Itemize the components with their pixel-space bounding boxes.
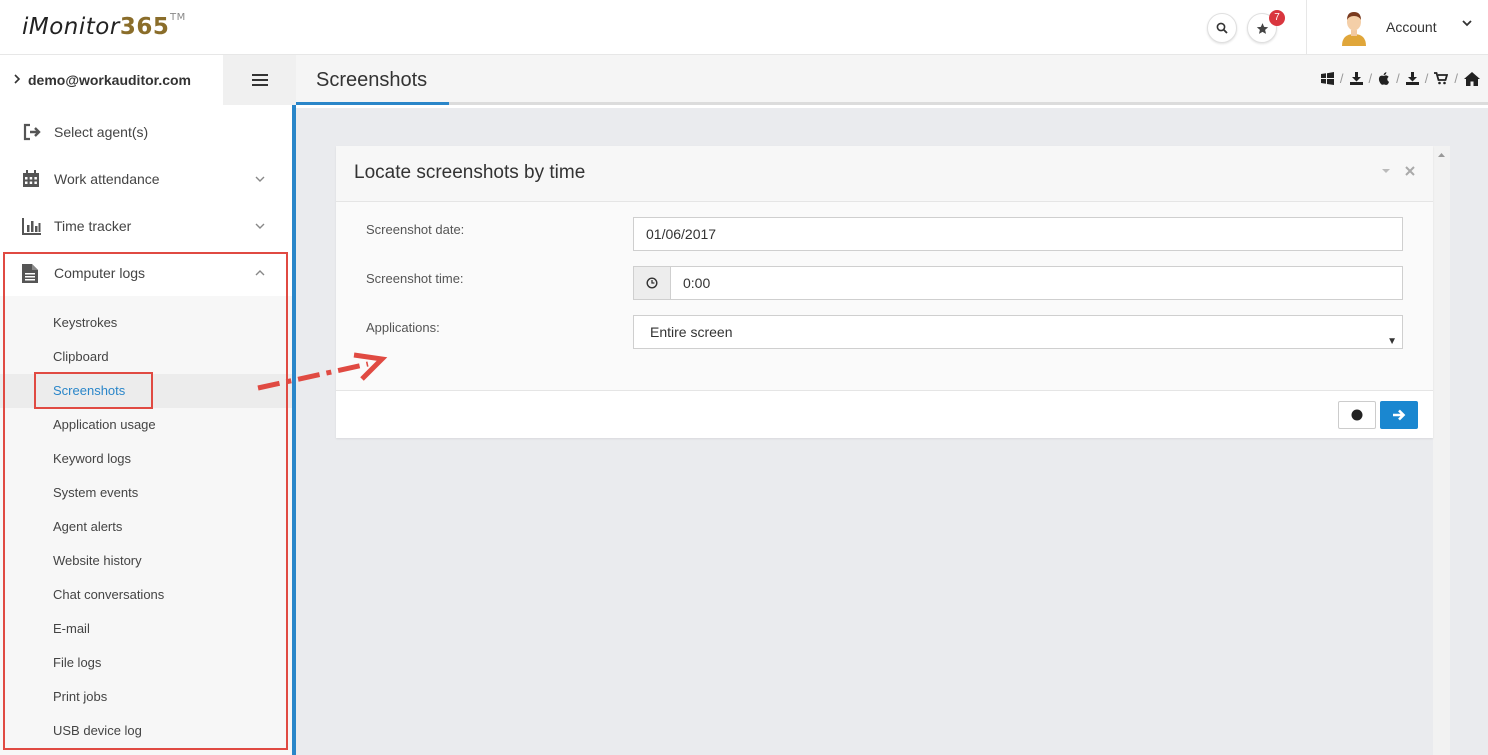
panel-body: Screenshot date: 01/06/2017 Screenshot t… [336, 202, 1433, 390]
breadcrumb-separator: / [1339, 71, 1344, 86]
trademark-mark: TM [170, 12, 186, 23]
page-title: Screenshots [316, 69, 428, 91]
windows-icon[interactable] [1320, 72, 1334, 85]
logo-text-suffix: 365 [119, 14, 170, 40]
notification-badge: 7 [1269, 10, 1285, 26]
sign-out-icon [23, 123, 41, 141]
close-icon[interactable] [1405, 166, 1415, 176]
user-row[interactable]: demo@workauditor.com [0, 55, 223, 105]
account-menu-label[interactable]: Account [1386, 19, 1437, 35]
clock-icon [646, 277, 658, 289]
download-icon[interactable] [1349, 72, 1363, 85]
screenshot-time-input[interactable]: 0:00 [670, 266, 1403, 300]
logo-text-prefix: iMonitor [22, 14, 120, 40]
applications-select[interactable]: Entire screen ▼ [633, 315, 1403, 349]
star-icon [1256, 22, 1268, 34]
chevron-down-icon [255, 223, 265, 229]
panel-tools [1381, 166, 1415, 176]
download-icon[interactable] [1405, 72, 1419, 85]
dot-icon [1351, 409, 1363, 421]
sidebar-item-time-tracker[interactable]: Time tracker [0, 203, 293, 250]
sidebar-item-work-attendance[interactable]: Work attendance [0, 156, 293, 203]
locate-screenshots-panel: Locate screenshots by time Screenshot da… [336, 146, 1433, 438]
top-navbar: iMonitor365 TM 7 Account [0, 0, 1488, 55]
bar-chart-icon [22, 218, 41, 235]
page-title-underline [296, 102, 449, 105]
reset-button[interactable] [1338, 401, 1376, 429]
cart-icon[interactable] [1434, 72, 1449, 85]
scroll-up-icon[interactable] [1433, 148, 1450, 162]
avatar[interactable] [1338, 10, 1370, 46]
search-icon [1216, 22, 1228, 34]
screenshot-time-label: Screenshot time: [366, 271, 464, 286]
scrollbar[interactable] [1433, 146, 1450, 755]
screenshot-date-label: Screenshot date: [366, 222, 465, 237]
app-logo[interactable]: iMonitor365 TM [22, 12, 185, 40]
annotation-arrow [257, 352, 388, 391]
sidebar-toggle-button[interactable] [223, 55, 296, 105]
breadcrumb-separator: / [1368, 71, 1373, 86]
calendar-icon [23, 170, 39, 187]
applications-label: Applications: [366, 320, 440, 335]
collapse-caret-icon[interactable] [1381, 166, 1391, 176]
sidebar-item-label: Time tracker [54, 218, 132, 234]
chevron-right-icon [14, 74, 21, 84]
select-caret-icon: ▼ [1387, 336, 1397, 347]
sidebar-item-select-agents[interactable]: Select agent(s) [0, 109, 293, 156]
breadcrumb-separator: / [1454, 71, 1458, 86]
apple-icon[interactable] [1378, 72, 1390, 85]
breadcrumb: / / / / / [1320, 71, 1480, 86]
home-icon[interactable] [1464, 71, 1480, 86]
sidebar-item-label: Work attendance [54, 171, 160, 187]
hamburger-icon [251, 74, 268, 86]
panel-title: Locate screenshots by time [354, 162, 586, 183]
screenshot-date-input[interactable]: 01/06/2017 [633, 217, 1403, 251]
chevron-down-icon [255, 176, 265, 182]
search-button[interactable] [1207, 13, 1237, 43]
applications-selected-value: Entire screen [650, 324, 733, 340]
arrow-right-icon [1393, 409, 1406, 421]
panel-header: Locate screenshots by time [336, 146, 1433, 202]
panel-footer [336, 390, 1433, 438]
annotation-box-computer-logs [3, 252, 288, 750]
chevron-down-icon[interactable] [1461, 17, 1473, 29]
time-picker-addon[interactable] [633, 266, 671, 300]
topbar-divider [1306, 0, 1307, 55]
breadcrumb-separator: / [1424, 71, 1429, 86]
user-email: demo@workauditor.com [28, 72, 192, 88]
page-header: Screenshots / / / / / [296, 55, 1488, 105]
sidebar-item-label: Select agent(s) [54, 124, 149, 140]
go-button[interactable] [1380, 401, 1418, 429]
breadcrumb-separator: / [1396, 71, 1400, 86]
annotation-box-screenshots [34, 372, 153, 409]
